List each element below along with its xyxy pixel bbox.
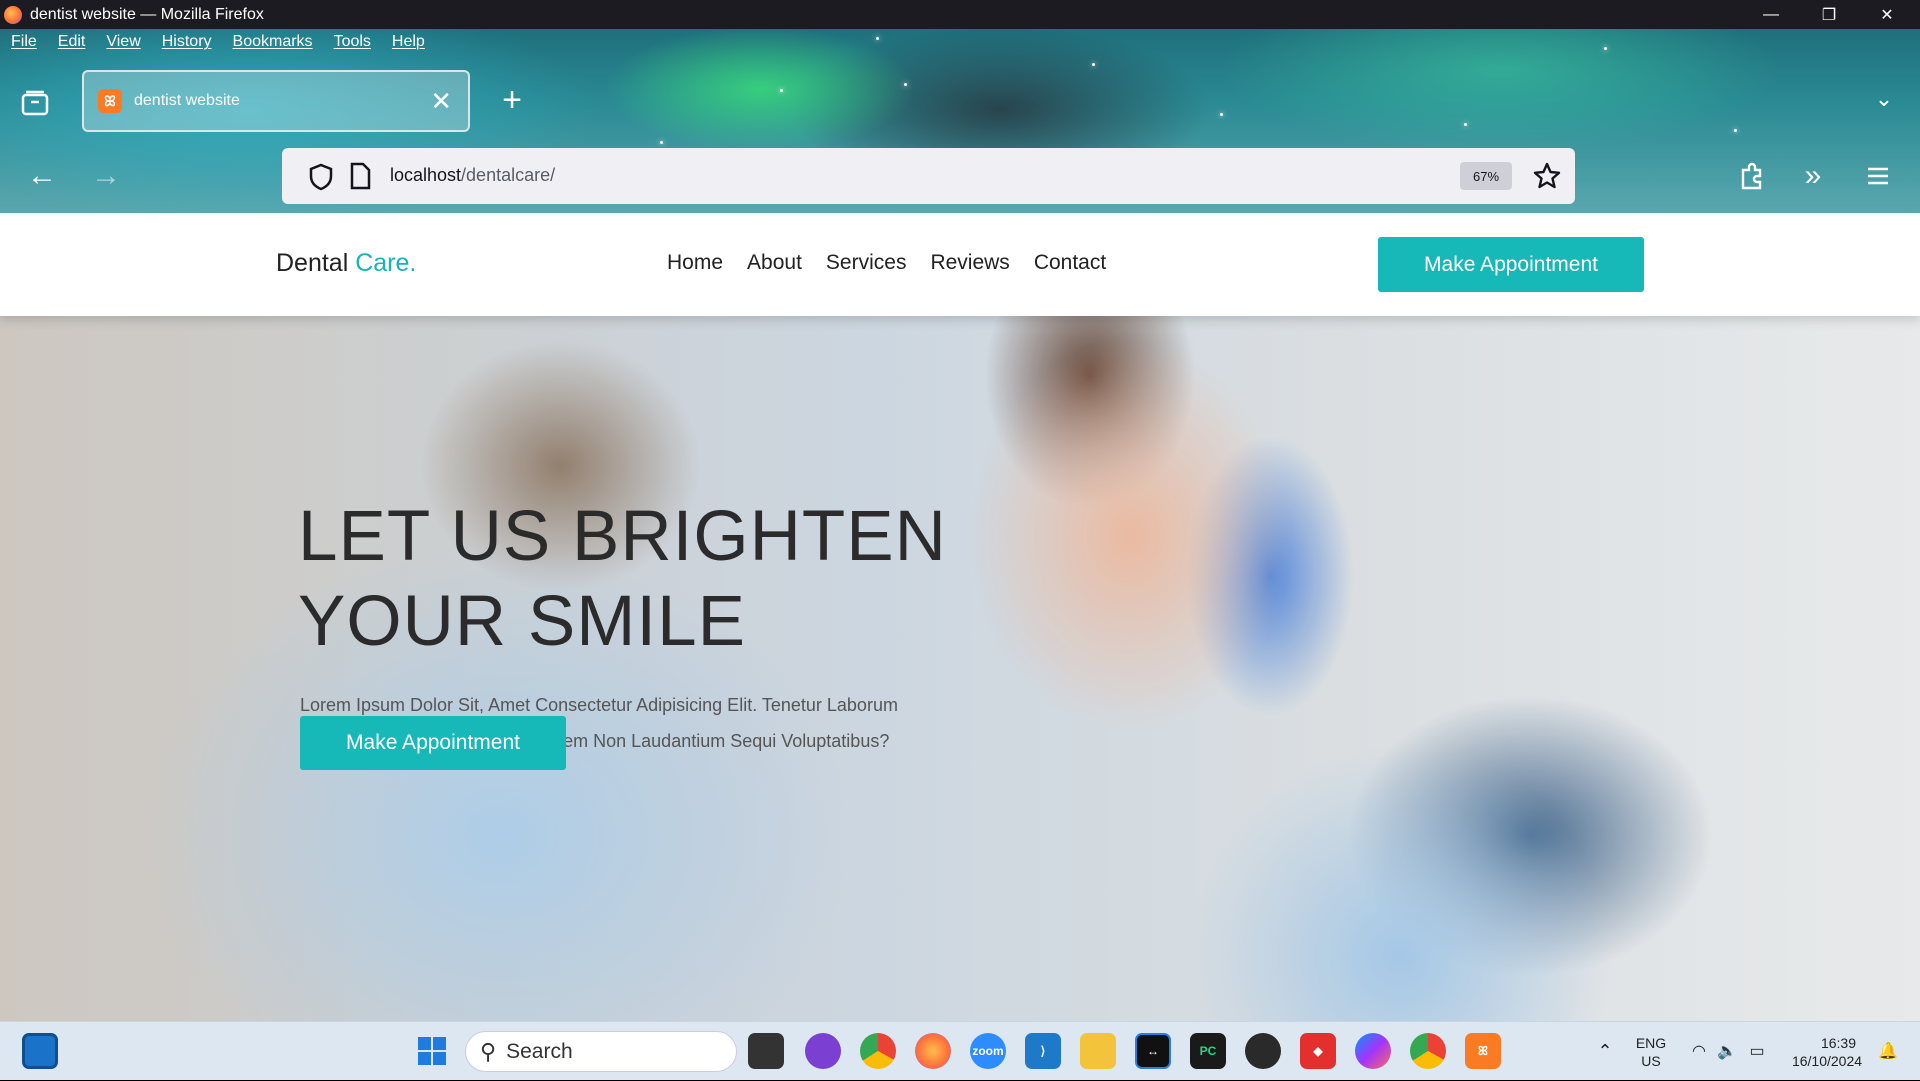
url-text[interactable]: localhost/dentalcare/ bbox=[390, 165, 555, 186]
active-tab[interactable]: ꕤ dentist website ✕ bbox=[82, 70, 470, 132]
file-explorer-icon[interactable] bbox=[1080, 1033, 1116, 1069]
url-path: /dentalcare/ bbox=[461, 165, 556, 185]
tab-title: dentist website bbox=[134, 92, 240, 109]
bookmark-star-icon[interactable] bbox=[1532, 161, 1562, 191]
vscode-icon[interactable]: ⟩ bbox=[1025, 1033, 1061, 1069]
windows-taskbar: ⚲ Search zoom ⟩ ↔ PC ◆ ꕤ ⌃ ENG US ◠ 🔈 ▭ … bbox=[0, 1021, 1920, 1080]
site-logo[interactable]: Dental Care. bbox=[276, 249, 416, 278]
notification-bell-icon[interactable]: 🔔 bbox=[1874, 1022, 1902, 1081]
battery-icon[interactable]: ▭ bbox=[1744, 1022, 1770, 1081]
anydesk-icon[interactable]: ◆ bbox=[1300, 1033, 1336, 1069]
input-language-indicator[interactable]: ENG US bbox=[1626, 1022, 1676, 1081]
hero-make-appointment-button[interactable]: Make Appointment bbox=[300, 716, 566, 770]
close-tab-icon[interactable]: ✕ bbox=[430, 88, 452, 114]
logo-accent: Care. bbox=[355, 249, 417, 277]
xampp-icon[interactable]: ꕤ bbox=[1465, 1033, 1501, 1069]
menu-help[interactable]: Help bbox=[392, 33, 425, 51]
nav-about[interactable]: About bbox=[747, 251, 802, 275]
hero-cta-label: Make Appointment bbox=[346, 731, 520, 754]
chrome-icon[interactable] bbox=[860, 1033, 896, 1069]
zoom-level-badge[interactable]: 67% bbox=[1460, 162, 1512, 190]
windows-logo-icon bbox=[418, 1037, 446, 1065]
site-nav: Home About Services Reviews Contact bbox=[667, 251, 1130, 275]
site-header: Dental Care. Home About Services Reviews… bbox=[0, 213, 1920, 316]
clock-date: 16/10/2024 bbox=[1791, 1053, 1863, 1069]
task-view-icon[interactable] bbox=[748, 1033, 784, 1069]
volume-icon[interactable]: 🔈 bbox=[1714, 1022, 1740, 1081]
shield-icon[interactable] bbox=[308, 163, 334, 191]
start-button[interactable] bbox=[414, 1033, 450, 1069]
url-bar[interactable]: localhost/dentalcare/ 67% bbox=[282, 148, 1575, 204]
widgets-icon[interactable] bbox=[22, 1033, 58, 1069]
zoom-icon[interactable]: zoom bbox=[970, 1033, 1006, 1069]
window-title: dentist website — Mozilla Firefox bbox=[30, 5, 264, 23]
show-hidden-icons-chevron-icon[interactable]: ⌃ bbox=[1590, 1022, 1620, 1081]
firefox-view-button[interactable] bbox=[16, 84, 54, 122]
restore-button[interactable]: ❐ bbox=[1800, 0, 1858, 29]
clock[interactable]: 16:39 16/10/2024 bbox=[1782, 1022, 1872, 1081]
menu-file[interactable]: File bbox=[11, 33, 37, 51]
minimize-button[interactable]: — bbox=[1742, 0, 1800, 29]
hero-title-line2: YOUR SMILE bbox=[298, 582, 746, 661]
teamviewer-icon[interactable]: ↔ bbox=[1135, 1033, 1171, 1069]
taskbar-search-box[interactable]: ⚲ Search bbox=[465, 1031, 737, 1072]
firefox-view-icon bbox=[21, 90, 49, 116]
nav-reviews[interactable]: Reviews bbox=[930, 251, 1009, 275]
chrome-profile-icon[interactable] bbox=[1410, 1033, 1446, 1069]
pycharm-icon[interactable]: PC bbox=[1190, 1033, 1226, 1069]
menu-view[interactable]: View bbox=[106, 33, 140, 51]
messenger-icon[interactable] bbox=[1355, 1033, 1391, 1069]
xampp-favicon-icon: ꕤ bbox=[98, 89, 122, 113]
hero-title-line1: LET US BRIGHTEN bbox=[298, 497, 947, 576]
nav-contact[interactable]: Contact bbox=[1034, 251, 1106, 275]
nav-services[interactable]: Services bbox=[826, 251, 907, 275]
url-host: localhost bbox=[390, 165, 462, 185]
copilot-icon[interactable] bbox=[805, 1033, 841, 1069]
header-make-appointment-button[interactable]: Make Appointment bbox=[1378, 237, 1644, 292]
page-info-icon[interactable] bbox=[348, 162, 372, 190]
hamburger-menu-icon[interactable] bbox=[1858, 156, 1898, 196]
list-all-tabs-chevron-icon[interactable]: ⌄ bbox=[1868, 86, 1900, 118]
hero-background-image bbox=[0, 316, 1920, 1021]
new-tab-button[interactable]: + bbox=[494, 83, 530, 119]
web-page: LET US BRIGHTEN YOUR SMILE Lorem Ipsum D… bbox=[0, 213, 1920, 1021]
search-placeholder: Search bbox=[506, 1039, 573, 1063]
menu-bar: File Edit View History Bookmarks Tools H… bbox=[0, 29, 435, 55]
window-titlebar: dentist website — Mozilla Firefox — ❐ ✕ bbox=[0, 0, 1920, 29]
lang-line1: ENG bbox=[1635, 1035, 1667, 1051]
firefox-icon bbox=[4, 5, 22, 24]
wifi-icon[interactable]: ◠ bbox=[1686, 1022, 1712, 1081]
obs-icon[interactable] bbox=[1245, 1033, 1281, 1069]
firefox-taskbar-icon[interactable] bbox=[915, 1033, 951, 1069]
close-window-button[interactable]: ✕ bbox=[1858, 0, 1916, 29]
hero-section: LET US BRIGHTEN YOUR SMILE Lorem Ipsum D… bbox=[0, 316, 1920, 1021]
more-tools-chevrons-icon[interactable]: » bbox=[1793, 156, 1833, 196]
menu-history[interactable]: History bbox=[162, 33, 212, 51]
hero-title: LET US BRIGHTEN YOUR SMILE bbox=[298, 494, 947, 664]
header-cta-label: Make Appointment bbox=[1424, 252, 1598, 276]
logo-main: Dental bbox=[276, 249, 356, 277]
lang-line2: US bbox=[1641, 1053, 1661, 1069]
menu-bookmarks[interactable]: Bookmarks bbox=[233, 33, 313, 51]
forward-arrow-icon[interactable]: → bbox=[86, 158, 126, 194]
nav-home[interactable]: Home bbox=[667, 251, 723, 275]
menu-tools[interactable]: Tools bbox=[334, 33, 371, 51]
clock-time: 16:39 bbox=[1820, 1035, 1856, 1051]
extensions-puzzle-icon[interactable] bbox=[1732, 156, 1772, 196]
menu-edit[interactable]: Edit bbox=[58, 33, 86, 51]
search-icon: ⚲ bbox=[480, 1038, 497, 1064]
back-arrow-icon[interactable]: ← bbox=[22, 158, 62, 194]
